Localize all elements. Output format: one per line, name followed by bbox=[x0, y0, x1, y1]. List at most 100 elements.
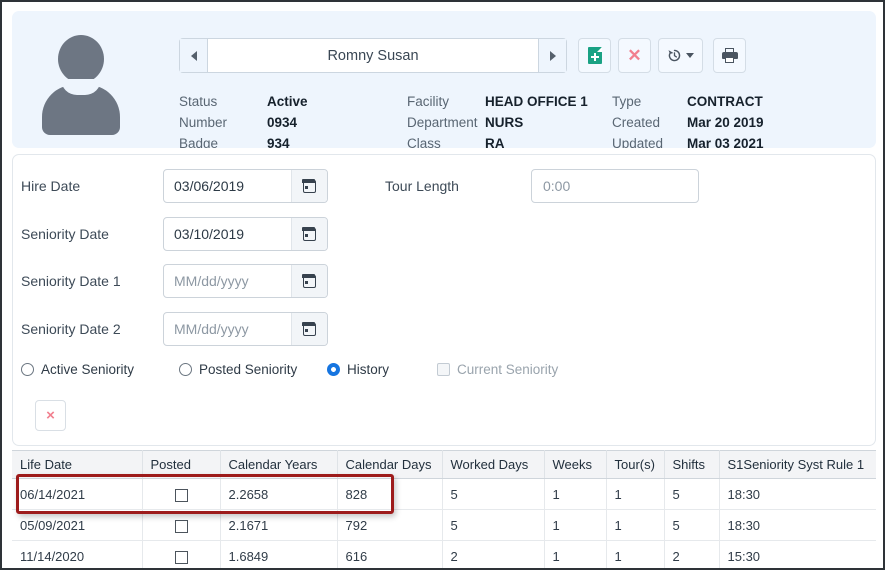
avatar bbox=[32, 27, 132, 137]
hire-date-calendar-button[interactable] bbox=[291, 170, 327, 202]
radio-active-seniority[interactable]: Active Seniority bbox=[21, 362, 179, 377]
info-label: Badge bbox=[179, 136, 219, 148]
radio-icon bbox=[179, 363, 192, 376]
seniority-date-value[interactable]: 03/10/2019 bbox=[164, 218, 291, 250]
seniority-date-1-value[interactable]: MM/dd/yyyy bbox=[164, 265, 291, 297]
radio-posted-seniority[interactable]: Posted Seniority bbox=[179, 362, 327, 377]
chevron-left-icon bbox=[190, 50, 197, 61]
cell-weeks: 1 bbox=[544, 540, 607, 568]
history-clock-icon bbox=[667, 48, 694, 63]
info-column-1: Status Number Badge Active 0934 934 bbox=[179, 93, 407, 148]
new-record-button[interactable] bbox=[578, 38, 611, 73]
checkbox-unchecked-icon[interactable] bbox=[174, 488, 188, 502]
cell-calendar-days: 828 bbox=[337, 478, 443, 510]
employee-navigator: Romny Susan bbox=[179, 38, 567, 73]
info-label: Department bbox=[407, 115, 478, 130]
seniority-date-row: Seniority Date 03/10/2019 bbox=[21, 217, 328, 251]
seniority-date-2-calendar-button[interactable] bbox=[291, 313, 327, 345]
cell-calendar-years: 1.6849 bbox=[220, 540, 338, 568]
table-row[interactable]: 05/09/2021 2.1671 792 5 1 1 5 18:30 bbox=[12, 509, 876, 541]
column-header-calendar-years[interactable]: Calendar Years bbox=[220, 450, 338, 479]
radio-history-label: History bbox=[347, 362, 390, 377]
info-value: RA bbox=[485, 136, 505, 148]
checkbox-current-seniority-label: Current Seniority bbox=[457, 362, 559, 377]
info-label: Type bbox=[612, 94, 642, 109]
info-column-3: Type Created Updated CONTRACT Mar 20 201… bbox=[612, 93, 812, 148]
tour-length-input[interactable]: 0:00 bbox=[531, 169, 699, 203]
info-value: NURS bbox=[485, 115, 524, 130]
radio-active-seniority-label: Active Seniority bbox=[41, 362, 135, 377]
column-header-shifts[interactable]: Shifts bbox=[664, 450, 720, 479]
seniority-date-2-input[interactable]: MM/dd/yyyy bbox=[163, 312, 328, 346]
seniority-date-label: Seniority Date bbox=[21, 226, 109, 242]
cell-calendar-years: 2.2658 bbox=[220, 478, 338, 510]
hire-date-label: Hire Date bbox=[21, 178, 81, 194]
info-value: Mar 20 2019 bbox=[687, 115, 764, 130]
delete-record-button[interactable]: ✕ bbox=[618, 38, 651, 73]
seniority-date-2-value[interactable]: MM/dd/yyyy bbox=[164, 313, 291, 345]
cell-shifts: 2 bbox=[664, 540, 720, 568]
cell-worked-days: 2 bbox=[442, 540, 545, 568]
table-row[interactable]: 06/14/2021 2.2658 828 5 1 1 5 18:30 bbox=[12, 478, 876, 510]
table-header-row: Life Date Posted Calendar Years Calendar… bbox=[12, 450, 876, 479]
employee-header-panel: Romny Susan ✕ Status Number Badge Active… bbox=[12, 11, 876, 148]
cell-posted[interactable] bbox=[142, 540, 221, 568]
checkbox-checked-icon[interactable] bbox=[174, 550, 188, 564]
seniority-date-1-row: Seniority Date 1 MM/dd/yyyy bbox=[21, 264, 328, 298]
seniority-mode-options: Active Seniority Posted Seniority Histor… bbox=[21, 362, 558, 377]
column-header-life-date[interactable]: Life Date bbox=[12, 450, 143, 479]
cell-posted[interactable] bbox=[142, 478, 221, 510]
column-header-weeks[interactable]: Weeks bbox=[544, 450, 607, 479]
print-button[interactable] bbox=[713, 38, 746, 73]
hire-date-row: Hire Date 03/06/2019 bbox=[21, 169, 328, 203]
table-row[interactable]: 11/14/2020 1.6849 616 2 1 1 2 15:30 bbox=[12, 540, 876, 568]
cell-tours: 1 bbox=[606, 478, 665, 510]
cell-life-date: 06/14/2021 bbox=[12, 478, 143, 510]
info-label: Class bbox=[407, 136, 441, 148]
column-header-posted[interactable]: Posted bbox=[142, 450, 221, 479]
info-label: Updated bbox=[612, 136, 664, 148]
radio-icon bbox=[21, 363, 34, 376]
checkbox-icon bbox=[437, 363, 450, 376]
hire-date-input[interactable]: 03/06/2019 bbox=[163, 169, 328, 203]
radio-selected-icon bbox=[327, 363, 340, 376]
close-x-icon: ✕ bbox=[627, 46, 642, 65]
cell-tours: 1 bbox=[606, 509, 665, 541]
seniority-date-1-input[interactable]: MM/dd/yyyy bbox=[163, 264, 328, 298]
info-value: HEAD OFFICE 1 bbox=[485, 94, 588, 109]
chevron-right-icon bbox=[549, 50, 556, 61]
seniority-date-1-calendar-button[interactable] bbox=[291, 265, 327, 297]
new-file-icon bbox=[587, 47, 602, 64]
seniority-date-2-label: Seniority Date 2 bbox=[21, 321, 121, 337]
employee-info-grid: Status Number Badge Active 0934 934 Faci… bbox=[179, 93, 812, 148]
next-employee-button[interactable] bbox=[539, 39, 566, 72]
calendar-icon bbox=[302, 226, 316, 241]
column-header-worked-days[interactable]: Worked Days bbox=[442, 450, 545, 479]
seniority-date-input[interactable]: 03/10/2019 bbox=[163, 217, 328, 251]
info-label: Number bbox=[179, 115, 228, 130]
tour-length-label: Tour Length bbox=[385, 178, 459, 194]
employee-name-display[interactable]: Romny Susan bbox=[207, 39, 539, 72]
cell-shifts: 5 bbox=[664, 509, 720, 541]
previous-employee-button[interactable] bbox=[180, 39, 207, 72]
info-column-2: Facility Department Class HEAD OFFICE 1 … bbox=[407, 93, 612, 148]
cell-weeks: 1 bbox=[544, 509, 607, 541]
seniority-history-table: Life Date Posted Calendar Years Calendar… bbox=[12, 450, 876, 568]
column-header-rule1[interactable]: S1Seniority Syst Rule 1 bbox=[719, 450, 876, 479]
cell-worked-days: 5 bbox=[442, 509, 545, 541]
radio-history[interactable]: History bbox=[327, 362, 437, 377]
column-header-calendar-days[interactable]: Calendar Days bbox=[337, 450, 443, 479]
cell-posted[interactable] bbox=[142, 509, 221, 541]
cell-rule1: 15:30 bbox=[719, 540, 876, 568]
hire-date-value[interactable]: 03/06/2019 bbox=[164, 170, 291, 202]
seniority-date-2-row: Seniority Date 2 MM/dd/yyyy bbox=[21, 312, 328, 346]
seniority-date-calendar-button[interactable] bbox=[291, 218, 327, 250]
column-header-tours[interactable]: Tour(s) bbox=[606, 450, 665, 479]
checkbox-checked-icon[interactable] bbox=[174, 519, 188, 533]
history-dropdown-button[interactable] bbox=[658, 38, 703, 73]
clear-rows-button[interactable]: × bbox=[35, 400, 66, 431]
cell-life-date: 11/14/2020 bbox=[12, 540, 143, 568]
info-label: Status bbox=[179, 94, 218, 109]
printer-icon bbox=[721, 48, 738, 63]
radio-posted-seniority-label: Posted Seniority bbox=[199, 362, 298, 377]
